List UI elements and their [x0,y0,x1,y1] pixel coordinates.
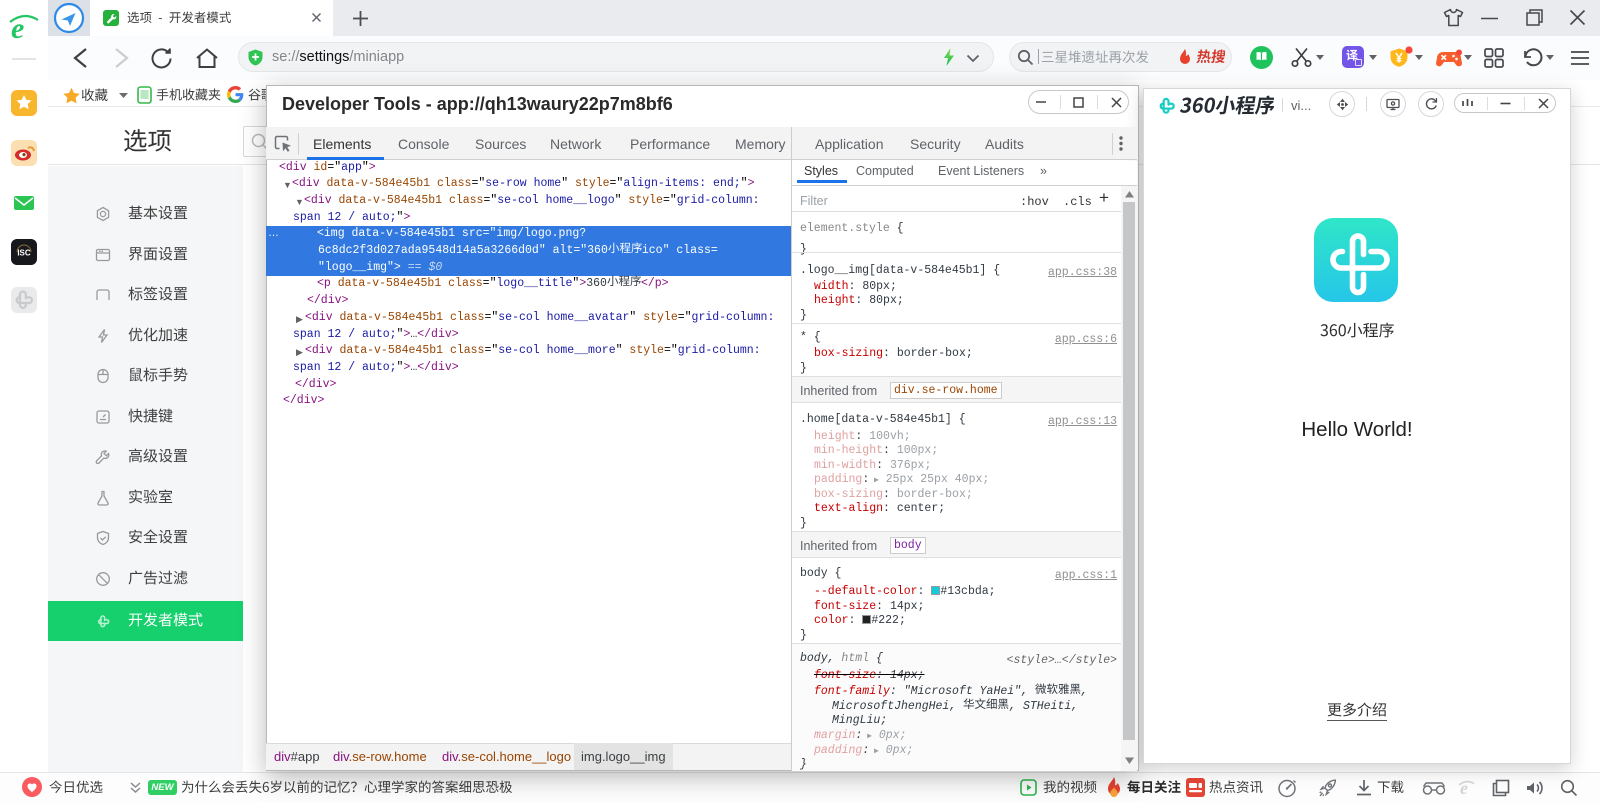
svg-text:ISC: ISC [17,249,31,258]
